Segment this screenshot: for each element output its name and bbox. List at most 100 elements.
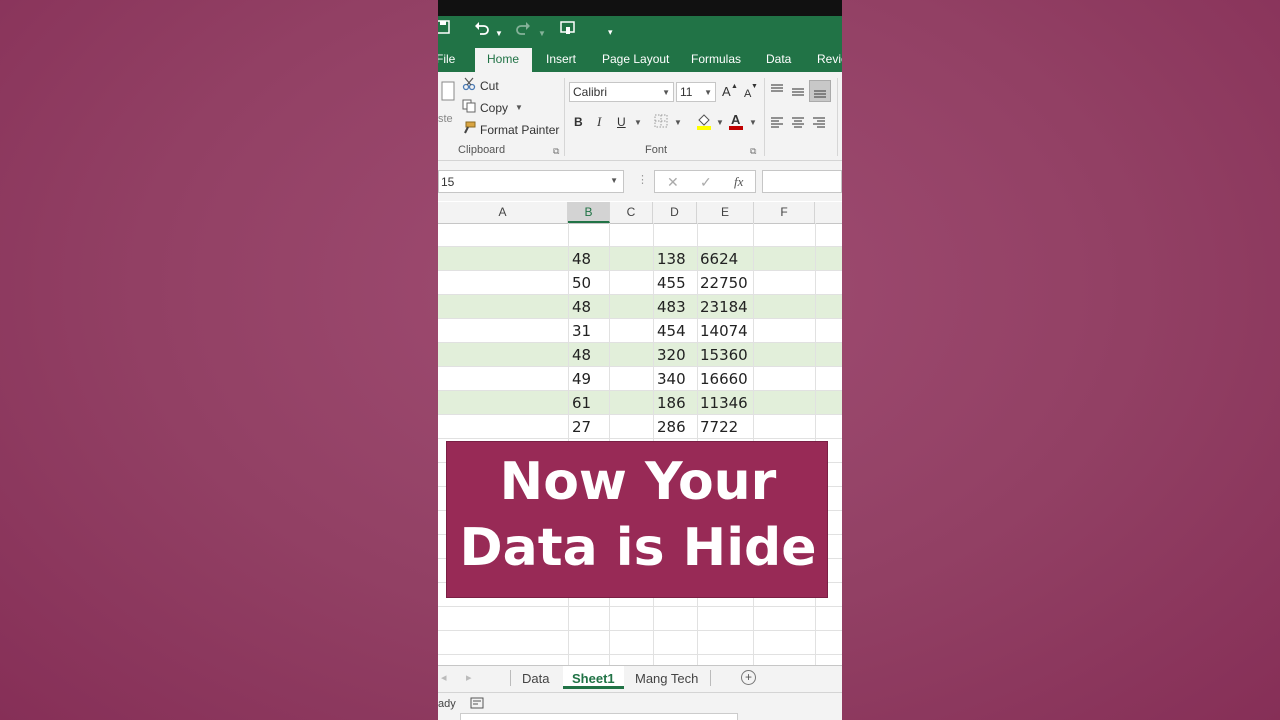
underline-button[interactable]: U (617, 115, 626, 129)
cell-e[interactable]: 16660 (700, 370, 748, 388)
align-middle-icon[interactable] (791, 85, 805, 103)
scroll-sheets-left-icon[interactable]: ◂ (441, 671, 447, 684)
cell-b[interactable]: 48 (572, 298, 591, 316)
tab-insert[interactable]: Insert (546, 51, 576, 67)
bold-button[interactable]: B (574, 115, 583, 129)
tab-file[interactable]: File (438, 51, 455, 67)
cell-b[interactable]: 49 (572, 370, 591, 388)
font-size-dropdown-icon[interactable]: ▼ (704, 86, 712, 100)
undo-icon[interactable] (474, 20, 490, 42)
clipboard-dialog-launcher-icon[interactable]: ⧉ (553, 146, 559, 157)
cell-b[interactable]: 61 (572, 394, 591, 412)
font-color-icon[interactable]: A (728, 112, 744, 135)
column-header-b[interactable]: B (568, 202, 610, 223)
cell-d[interactable]: 483 (657, 298, 686, 316)
format-painter-icon[interactable] (462, 121, 476, 140)
copy-button[interactable]: Copy (480, 101, 508, 115)
insert-function-button[interactable]: fx (734, 174, 743, 190)
sheet-tab-data[interactable]: Data (522, 671, 549, 687)
paste-button[interactable]: ste (438, 112, 453, 126)
cell-d[interactable]: 455 (657, 274, 686, 292)
font-color-dropdown-icon[interactable]: ▼ (749, 118, 757, 127)
cell-d[interactable]: 340 (657, 370, 686, 388)
fill-color-icon[interactable] (696, 112, 712, 135)
redo-icon[interactable] (515, 20, 531, 42)
tab-formulas[interactable]: Formulas (691, 51, 741, 67)
cell-d[interactable]: 454 (657, 322, 686, 340)
fill-color-dropdown-icon[interactable]: ▼ (716, 118, 724, 127)
table-row[interactable]: 48 320 15360 (438, 343, 842, 367)
cell-e[interactable]: 14074 (700, 322, 748, 340)
grow-font-button[interactable]: A (722, 85, 731, 99)
tab-page-layout[interactable]: Page Layout (602, 51, 669, 67)
cell-b[interactable]: 48 (572, 346, 591, 364)
table-row[interactable]: 27 286 7722 (438, 415, 842, 439)
tab-data[interactable]: Data (766, 51, 791, 67)
table-row[interactable]: 48 138 6624 (438, 247, 842, 271)
cut-button[interactable]: Cut (480, 79, 499, 93)
font-name-dropdown-icon[interactable]: ▼ (662, 86, 670, 100)
cell-b[interactable]: 50 (572, 274, 591, 292)
format-painter-button[interactable]: Format Painter (480, 123, 559, 137)
name-box-dropdown-icon[interactable]: ▼ (610, 176, 618, 185)
align-left-icon[interactable] (770, 116, 784, 134)
cell-d[interactable]: 320 (657, 346, 686, 364)
cell-e[interactable]: 11346 (700, 394, 748, 412)
table-row[interactable]: 48 483 23184 (438, 295, 842, 319)
cell-e[interactable]: 7722 (700, 418, 738, 436)
cell-b[interactable]: 48 (572, 250, 591, 268)
scroll-sheets-right-icon[interactable]: ▸ (466, 671, 472, 684)
cell-d[interactable]: 286 (657, 418, 686, 436)
table-row[interactable] (438, 607, 842, 631)
table-row[interactable]: 50 455 22750 (438, 271, 842, 295)
cell-b[interactable]: 27 (572, 418, 591, 436)
italic-button[interactable]: I (597, 115, 601, 129)
borders-dropdown-icon[interactable]: ▼ (674, 118, 682, 127)
cell-e[interactable]: 23184 (700, 298, 748, 316)
cell-e[interactable]: 15360 (700, 346, 748, 364)
new-sheet-icon[interactable]: + (741, 670, 756, 685)
tab-review[interactable]: Revie (817, 51, 842, 67)
column-header-e[interactable]: E (697, 202, 754, 223)
table-row[interactable]: 49 340 16660 (438, 367, 842, 391)
underline-dropdown-icon[interactable]: ▼ (634, 118, 642, 127)
copy-dropdown-icon[interactable]: ▼ (515, 103, 523, 112)
column-header-a[interactable]: A (438, 202, 568, 223)
column-header-c[interactable]: C (610, 202, 653, 223)
column-header-g[interactable] (815, 202, 842, 223)
save-icon[interactable] (438, 20, 450, 40)
table-row[interactable]: 31 454 14074 (438, 319, 842, 343)
redo-dropdown-icon[interactable]: ▼ (538, 24, 546, 44)
undo-dropdown-icon[interactable]: ▼ (495, 24, 503, 44)
tab-home[interactable]: Home (475, 48, 532, 72)
table-row[interactable]: 61 186 11346 (438, 391, 842, 415)
column-header-d[interactable]: D (653, 202, 697, 223)
name-box[interactable]: 15 ▼ (438, 170, 624, 193)
font-size-combo[interactable]: 11 ▼ (676, 82, 716, 102)
align-bottom-icon[interactable] (809, 80, 831, 102)
sheet-tab-sheet1[interactable]: Sheet1 (563, 666, 624, 689)
cell-b[interactable]: 31 (572, 322, 591, 340)
copy-icon[interactable] (462, 99, 476, 118)
column-header-f[interactable]: F (754, 202, 815, 223)
formula-input[interactable] (762, 170, 842, 193)
touch-mode-icon[interactable] (560, 20, 576, 42)
align-top-icon[interactable] (770, 83, 784, 101)
align-right-icon[interactable] (812, 116, 826, 134)
align-center-icon[interactable] (791, 116, 805, 134)
customize-qat-icon[interactable]: ▾ (608, 22, 613, 42)
table-row[interactable] (438, 631, 842, 655)
sheet-tab-mang-tech[interactable]: Mang Tech (635, 671, 698, 687)
font-name-combo[interactable]: Calibri ▼ (569, 82, 674, 102)
paste-icon[interactable] (440, 80, 456, 109)
table-row[interactable] (438, 223, 842, 247)
cell-e[interactable]: 6624 (700, 250, 738, 268)
enter-icon[interactable]: ✓ (700, 174, 712, 191)
cell-d[interactable]: 186 (657, 394, 686, 412)
cell-e[interactable]: 22750 (700, 274, 748, 292)
cut-icon[interactable] (462, 77, 476, 96)
font-dialog-launcher-icon[interactable]: ⧉ (750, 146, 756, 157)
cancel-icon[interactable]: ✕ (667, 174, 679, 191)
borders-icon[interactable] (654, 114, 668, 133)
macro-record-icon[interactable] (470, 696, 484, 714)
